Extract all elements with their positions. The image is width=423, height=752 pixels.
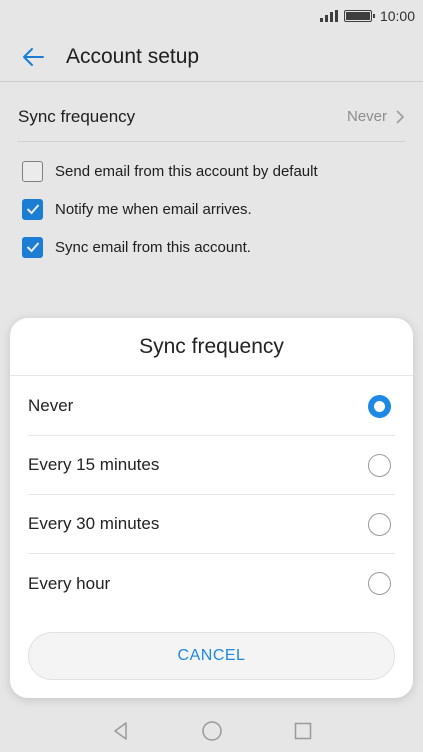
option-every-hour[interactable]: Every hour (28, 554, 395, 613)
dialog-title: Sync frequency (10, 318, 413, 376)
radio-unselected-icon[interactable] (368, 572, 391, 595)
back-triangle-icon[interactable] (111, 721, 131, 741)
radio-selected-icon[interactable] (368, 394, 391, 418)
navigation-bar (0, 710, 423, 752)
option-every-30-minutes[interactable]: Every 30 minutes (28, 495, 395, 554)
radio-unselected-icon[interactable] (368, 512, 391, 536)
option-every-15-minutes[interactable]: Every 15 minutes (28, 436, 395, 495)
sync-frequency-dialog: Sync frequency Never Every 15 minutes Ev… (10, 318, 413, 698)
option-label: Never (28, 396, 74, 415)
recents-square-icon[interactable] (293, 721, 313, 741)
home-circle-icon[interactable] (201, 720, 223, 742)
option-label: Every 15 minutes (28, 455, 160, 474)
radio-unselected-icon[interactable] (368, 453, 391, 477)
option-label: Every hour (28, 573, 111, 593)
cancel-button[interactable]: CANCEL (28, 632, 395, 680)
option-never[interactable]: Never (28, 377, 395, 436)
option-label: Every 30 minutes (28, 514, 160, 533)
